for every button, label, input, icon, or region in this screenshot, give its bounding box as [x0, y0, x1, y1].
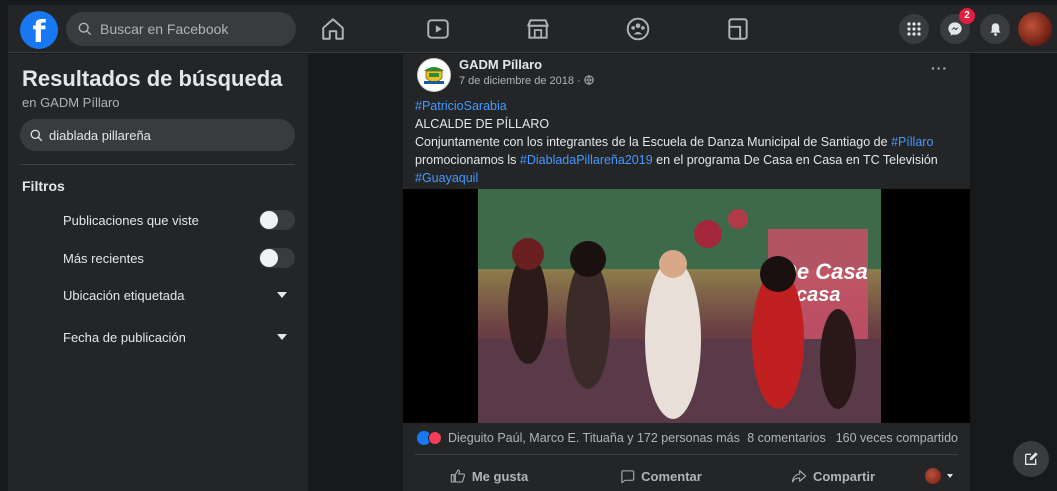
avatar	[925, 468, 941, 484]
messenger-icon	[948, 22, 962, 36]
filter-date-posted[interactable]: Fecha de publicación	[63, 325, 295, 349]
divider	[20, 164, 295, 165]
share-icon	[791, 470, 807, 483]
more-options-button[interactable]: ···	[931, 60, 948, 76]
watch-video-icon[interactable]	[425, 16, 451, 42]
profile-avatar[interactable]	[1018, 12, 1052, 46]
compose-icon	[1025, 452, 1038, 465]
love-reaction-icon	[428, 431, 442, 445]
messenger-badge: 2	[959, 8, 975, 24]
search-query-text: diablada pillareña	[49, 127, 151, 143]
filter-label: Fecha de publicación	[63, 329, 186, 345]
hashtag-link[interactable]: #DiabladaPillareña2019	[520, 153, 653, 167]
filter-label: Publicaciones que viste	[63, 212, 199, 228]
grid-icon	[907, 22, 921, 36]
municipal-crest-icon	[424, 67, 444, 84]
post-body: #PatricioSarabia ALCALDE DE PÍLLARO Conj…	[415, 97, 960, 187]
search-icon	[78, 22, 92, 36]
comment-button[interactable]: Comentar	[575, 469, 747, 484]
page-avatar[interactable]	[417, 58, 451, 92]
home-icon[interactable]	[320, 16, 346, 42]
share-label: Compartir	[812, 468, 876, 484]
svg-text:casa: casa	[796, 284, 841, 306]
chevron-down-icon	[947, 474, 953, 478]
filter-label: Más recientes	[63, 250, 144, 266]
post-actions: Me gusta Comentar Compartir	[403, 463, 970, 489]
post-stats: 8 comentarios 160 veces compartido	[747, 431, 958, 445]
search-results-sidebar: Resultados de búsqueda en GADM Píllaro d…	[8, 54, 308, 491]
like-button[interactable]: Me gusta	[403, 468, 575, 484]
post-line: ALCALDE DE PÍLLARO	[415, 117, 550, 131]
chevron-down-icon[interactable]	[277, 334, 287, 340]
marketplace-icon[interactable]	[525, 16, 551, 42]
most-recent-toggle[interactable]	[259, 248, 295, 268]
filter-tagged-location[interactable]: Ubicación etiquetada	[63, 283, 295, 307]
reaction-audience-selector[interactable]	[919, 468, 959, 484]
bell-icon	[990, 22, 1000, 36]
gaming-icon[interactable]	[725, 16, 751, 42]
comment-label: Comentar	[641, 468, 702, 484]
comments-count[interactable]: 8 comentarios	[747, 431, 826, 445]
global-search-input[interactable]: Buscar en Facebook	[66, 12, 296, 46]
page-search-input[interactable]: diablada pillareña	[20, 119, 295, 151]
seen-posts-toggle[interactable]	[259, 210, 295, 230]
hashtag-link[interactable]: #Píllaro	[891, 135, 933, 149]
shares-count[interactable]: 160 veces compartido	[836, 431, 958, 445]
post-text-b: promocionamos ls	[415, 153, 520, 167]
groups-icon[interactable]	[625, 16, 651, 42]
post-video[interactable]: De Casa casa	[403, 189, 970, 423]
reactions-text: Dieguito Paúl, Marco E. Tituaña y 172 pe…	[448, 431, 740, 445]
divider	[415, 454, 958, 455]
filter-label: Ubicación etiquetada	[63, 287, 185, 303]
filter-most-recent[interactable]: Más recientes	[63, 246, 295, 270]
comment-icon	[621, 469, 635, 483]
post-text-a: Conjuntamente con los integrantes de la …	[415, 135, 892, 149]
chevron-down-icon[interactable]	[277, 292, 287, 298]
search-icon	[30, 129, 43, 141]
post-date-text: 7 de diciembre de 2018 ·	[459, 75, 584, 87]
page-title: Resultados de búsqueda	[22, 66, 283, 91]
post-text-c: en el programa De Casa en Casa en TC Tel…	[652, 153, 938, 167]
globe-icon	[584, 75, 594, 85]
search-placeholder: Buscar en Facebook	[100, 21, 229, 37]
post-author[interactable]: GADM Píllaro	[459, 57, 542, 72]
hashtag-link[interactable]: #PatricioSarabia	[415, 99, 507, 113]
filter-seen-posts[interactable]: Publicaciones que viste	[63, 208, 295, 232]
new-message-button[interactable]	[1013, 441, 1049, 477]
thumbs-up-icon	[450, 469, 465, 483]
post-card: GADM Píllaro 7 de diciembre de 2018 · ··…	[403, 54, 970, 491]
like-label: Me gusta	[471, 468, 529, 484]
filters-heading: Filtros	[22, 178, 65, 194]
reactions-summary[interactable]: Dieguito Paúl, Marco E. Tituaña y 172 pe…	[417, 431, 740, 445]
post-timestamp[interactable]: 7 de diciembre de 2018 ·	[459, 75, 594, 87]
top-navigation-bar: f Buscar en Facebook 2	[8, 5, 1057, 53]
notifications-button[interactable]	[980, 14, 1010, 44]
video-frame-image: De Casa casa	[478, 189, 881, 423]
messenger-button[interactable]: 2	[940, 8, 975, 44]
menu-grid-button[interactable]	[899, 14, 929, 44]
search-scope-label: en GADM Píllaro	[22, 95, 120, 110]
hashtag-link[interactable]: #Guayaquil	[415, 171, 478, 185]
share-button[interactable]: Compartir	[747, 468, 919, 484]
facebook-logo-icon[interactable]: f	[20, 11, 58, 49]
